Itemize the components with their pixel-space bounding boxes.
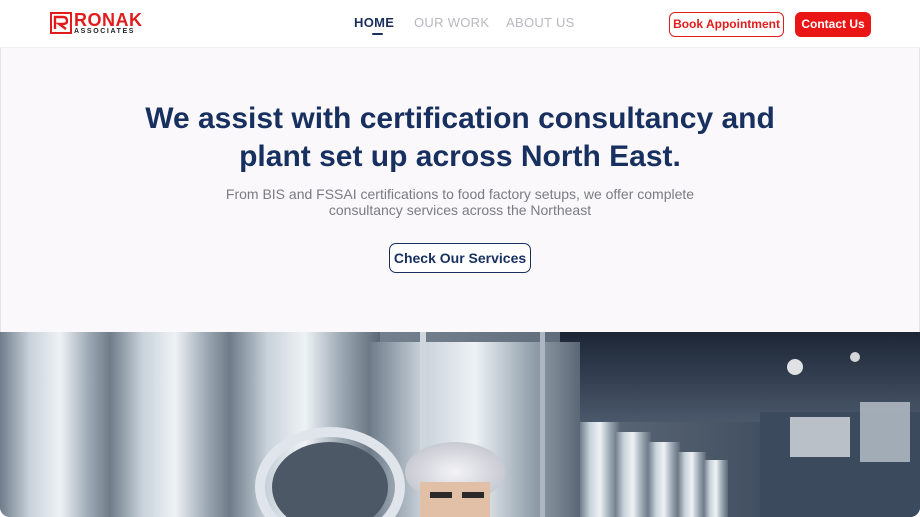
brand-logo[interactable]: RONAK ASSOCIATES	[50, 11, 146, 37]
hero-subtitle: From BIS and FSSAI certifications to foo…	[180, 186, 740, 218]
hero-title-line-1: We assist with certification consultancy…	[145, 102, 775, 135]
nav-about-us[interactable]: ABOUT US	[506, 16, 575, 30]
check-services-button[interactable]: Check Our Services	[389, 243, 531, 273]
hero-title-line-2: plant set up across North East.	[239, 140, 681, 173]
contact-us-button[interactable]: Contact Us	[795, 12, 871, 37]
nav-active-indicator	[372, 33, 383, 35]
book-appointment-button[interactable]: Book Appointment	[669, 12, 784, 37]
nav-our-work[interactable]: OUR WORK	[414, 16, 489, 30]
hero-title: We assist with certification consultancy…	[100, 100, 820, 176]
factory-hero-image	[0, 332, 920, 517]
brand-subtitle: ASSOCIATES	[74, 28, 135, 35]
hero-subtitle-line-1: From BIS and FSSAI certifications to foo…	[225, 186, 695, 202]
logo-mark-icon	[50, 12, 72, 34]
page-frame: RONAK ASSOCIATES HOME OUR WORK ABOUT US …	[0, 0, 920, 517]
nav-home[interactable]: HOME	[354, 16, 394, 30]
site-header: RONAK ASSOCIATES HOME OUR WORK ABOUT US …	[0, 0, 920, 48]
hero-subtitle-line-2: consultancy services across the Northeas…	[328, 202, 592, 218]
brand-name: RONAK	[74, 10, 143, 30]
